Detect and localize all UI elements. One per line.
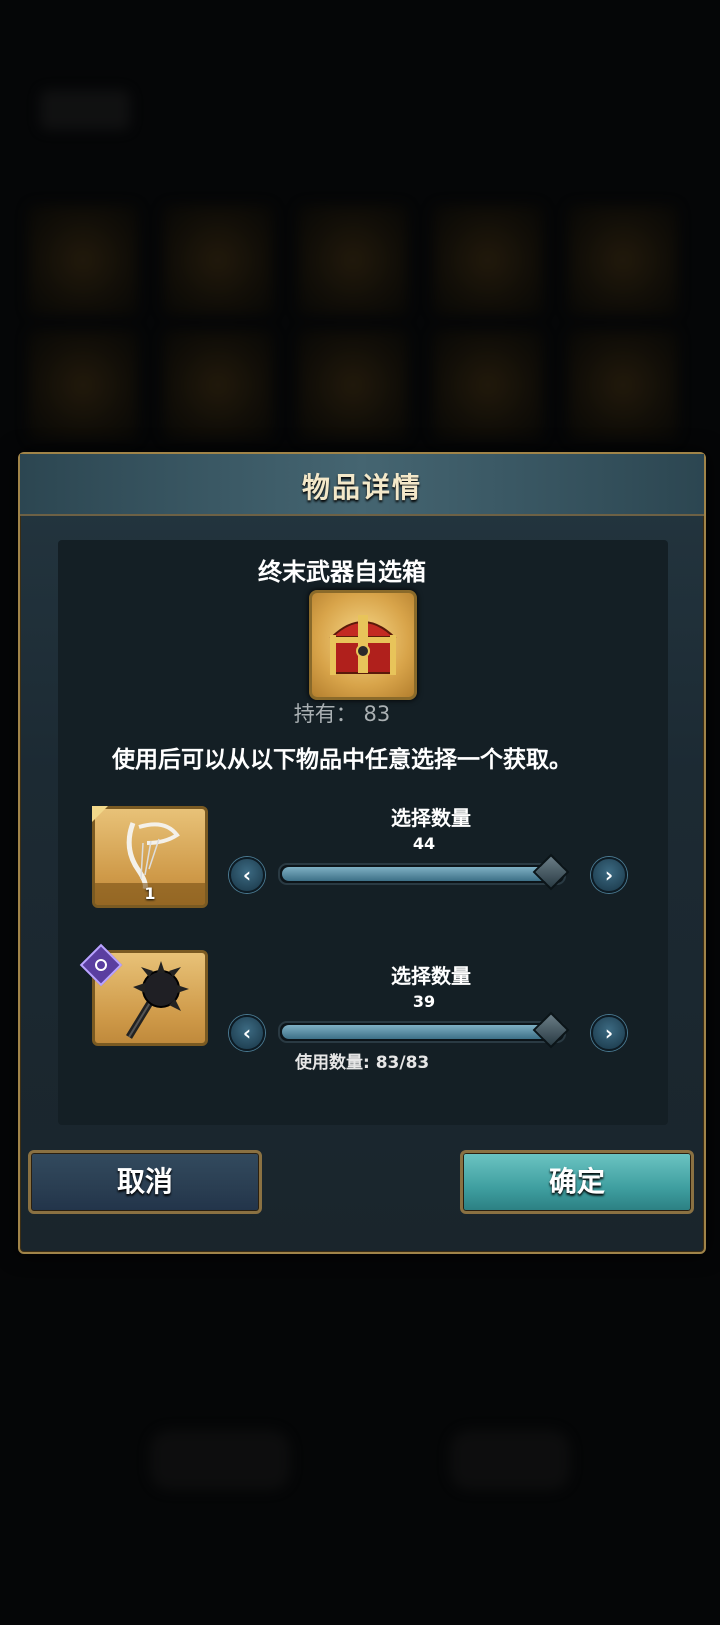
background-cell xyxy=(163,205,273,315)
background-footer xyxy=(450,1430,570,1490)
quantity-slider[interactable] xyxy=(278,1011,570,1049)
slider-fill xyxy=(282,1025,551,1039)
background-cell xyxy=(568,205,678,315)
item-name: 终末武器自选箱 xyxy=(258,558,426,586)
decrease-quantity-button[interactable]: ‹ xyxy=(229,857,265,893)
background-footer xyxy=(150,1430,290,1490)
chevron-left-icon: ‹ xyxy=(242,863,252,887)
background-cell xyxy=(568,330,678,440)
background-cell xyxy=(163,330,273,440)
chevron-right-icon: › xyxy=(604,863,614,887)
select-quantity-label: 选择数量 xyxy=(391,806,471,830)
decrease-quantity-button[interactable]: ‹ xyxy=(229,1015,265,1051)
gem-eye-icon xyxy=(92,956,110,974)
select-quantity-value: 44 xyxy=(412,834,436,853)
option-item-slot[interactable]: 1 xyxy=(92,806,208,908)
chevron-right-icon: › xyxy=(604,1021,614,1045)
background-cell xyxy=(433,330,543,440)
slot-count: 1 xyxy=(144,884,156,903)
cancel-button[interactable]: 取消 xyxy=(28,1150,262,1214)
chevron-left-icon: ‹ xyxy=(242,1021,252,1045)
background-cell xyxy=(28,205,138,315)
used-quantity: 使用数量: 83/83 xyxy=(295,1053,430,1073)
increase-quantity-button[interactable]: › xyxy=(591,857,627,893)
dialog-header: 物品详情 xyxy=(20,454,704,516)
background-cell xyxy=(298,330,408,440)
background-header xyxy=(40,90,130,130)
slider-fill xyxy=(282,867,551,881)
chest-item-icon xyxy=(309,590,417,700)
select-quantity-label: 选择数量 xyxy=(391,964,471,988)
rarity-corner-icon xyxy=(92,806,108,822)
background-cell xyxy=(298,205,408,315)
confirm-button[interactable]: 确定 xyxy=(460,1150,694,1214)
treasure-chest-icon xyxy=(329,615,397,675)
background-cell xyxy=(28,330,138,440)
item-description: 使用后可以从以下物品中任意选择一个获取。 xyxy=(112,747,572,773)
increase-quantity-button[interactable]: › xyxy=(591,1015,627,1051)
background-cell xyxy=(433,205,543,315)
dialog-title: 物品详情 xyxy=(301,471,422,504)
owned-count: 持有： 83 xyxy=(293,702,391,726)
select-quantity-value: 39 xyxy=(412,992,436,1011)
quantity-slider[interactable] xyxy=(278,853,570,891)
